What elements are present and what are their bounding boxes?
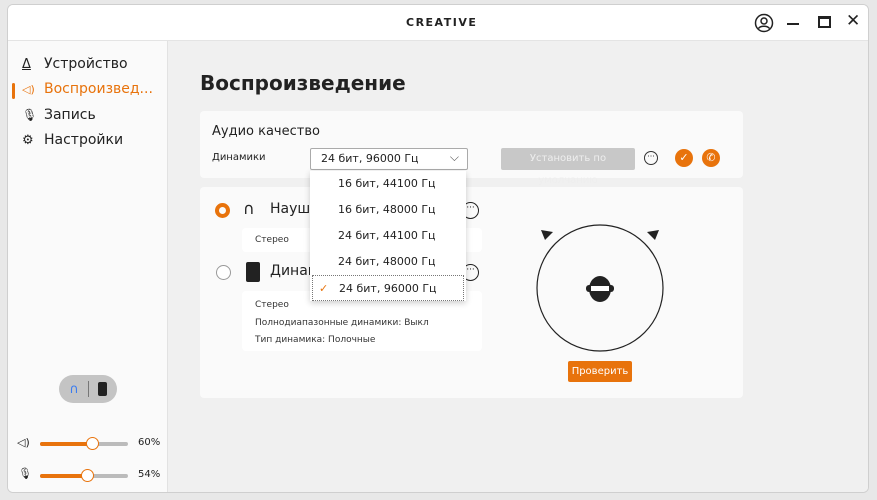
main-panel: Воспроизведение Аудио качество Динамики … — [168, 41, 868, 492]
radio-speakers[interactable] — [216, 265, 231, 280]
output-toggle[interactable]: ∩ — [59, 375, 117, 403]
sidebar-item-label: Воспроизвед... — [44, 81, 153, 97]
account-icon[interactable] — [754, 13, 774, 33]
page-title: Воспроизведение — [200, 71, 406, 95]
checkmark-icon: ✓ — [319, 282, 329, 295]
menu-item[interactable]: 16 бит, 48000 Гц — [310, 197, 466, 223]
gear-icon: ⚙ — [22, 132, 34, 148]
creative-logo: CREATIVE — [406, 16, 478, 29]
speaker-device-icon[interactable] — [97, 382, 107, 396]
quality-dropdown-menu: 16 бит, 44100 Гц 16 бит, 48000 Гц 24 бит… — [310, 171, 466, 301]
volume-slider[interactable] — [40, 437, 128, 450]
microphone-icon: 🎙 — [18, 467, 32, 480]
radio-headphones[interactable] — [215, 203, 230, 218]
sidebar-item-settings[interactable]: ⚙ Настройки — [22, 132, 123, 148]
speaker-icon: ◁) — [22, 82, 35, 96]
mic-slider[interactable] — [40, 469, 128, 482]
audio-quality-card: Аудио качество Динамики 24 бит, 96000 Гц… — [200, 111, 743, 186]
minimize-icon[interactable] — [787, 23, 799, 25]
set-default-button[interactable]: Установить по умолчанию — [501, 148, 635, 186]
sidebar-item-playback[interactable]: ◁) Воспроизвед... — [22, 81, 153, 97]
headphones-icon: ∩ — [243, 199, 255, 218]
listener-head-icon — [586, 276, 614, 302]
more-icon[interactable]: ··· — [644, 151, 658, 165]
detail-text: Полнодиапазонные динамики: Выкл — [255, 317, 429, 328]
menu-item[interactable]: 24 бит, 44100 Гц — [310, 223, 466, 249]
chevron-down-icon: ⌵ — [449, 150, 459, 164]
test-button[interactable]: Проверить — [568, 361, 632, 382]
volume-value: 60% — [138, 437, 161, 448]
active-indicator — [12, 83, 15, 99]
headphones-icon[interactable]: ∩ — [69, 382, 79, 397]
sidebar-item-label: Устройство — [44, 56, 128, 72]
sidebar-item-label: Запись — [44, 107, 96, 123]
devices-card: ∩ Наушники ··· Стерео Динамики ··· Стере… — [200, 187, 743, 398]
menu-item-selected[interactable]: ✓ 24 бит, 96000 Гц — [312, 275, 464, 301]
check-icon[interactable]: ✓ — [675, 149, 693, 167]
app-window: CREATIVE ✕ Δ Устройство ◁) Воспроизвед... … — [7, 4, 869, 493]
menu-item-label: 24 бит, 96000 Гц — [339, 282, 437, 295]
left-speaker-icon — [541, 230, 553, 240]
microphone-icon: 🎙 — [22, 108, 38, 122]
sidebar-item-device[interactable]: Δ Устройство — [22, 56, 128, 72]
detail-text: Тип динамика: Полочные — [255, 335, 376, 345]
speaker-position-diagram — [536, 224, 664, 352]
mic-value: 54% — [138, 469, 161, 480]
sidebar-item-label: Настройки — [44, 132, 124, 148]
quality-dropdown[interactable]: 24 бит, 96000 Гц ⌵ — [310, 148, 468, 170]
sidebar: Δ Устройство ◁) Воспроизвед... 🎙 Запись ⚙ На… — [8, 41, 168, 492]
close-icon[interactable]: ✕ — [846, 11, 860, 31]
speaker-icon — [246, 262, 260, 282]
right-speaker-icon — [647, 230, 659, 240]
maximize-icon[interactable] — [818, 16, 831, 28]
quality-label: Динамики — [212, 152, 266, 163]
menu-item[interactable]: 16 бит, 44100 Гц — [310, 171, 466, 197]
volume-icon: ◁) — [17, 436, 30, 449]
dropdown-value: 24 бит, 96000 Гц — [321, 152, 419, 165]
sidebar-item-recording[interactable]: 🎙 Запись — [22, 107, 96, 123]
device-icon: Δ — [22, 56, 31, 72]
section-heading: Аудио качество — [212, 124, 320, 139]
phone-icon[interactable]: ✆ — [702, 149, 720, 167]
menu-item[interactable]: 24 бит, 48000 Гц — [310, 249, 466, 275]
divider — [87, 381, 89, 397]
title-bar: CREATIVE ✕ — [8, 5, 868, 41]
